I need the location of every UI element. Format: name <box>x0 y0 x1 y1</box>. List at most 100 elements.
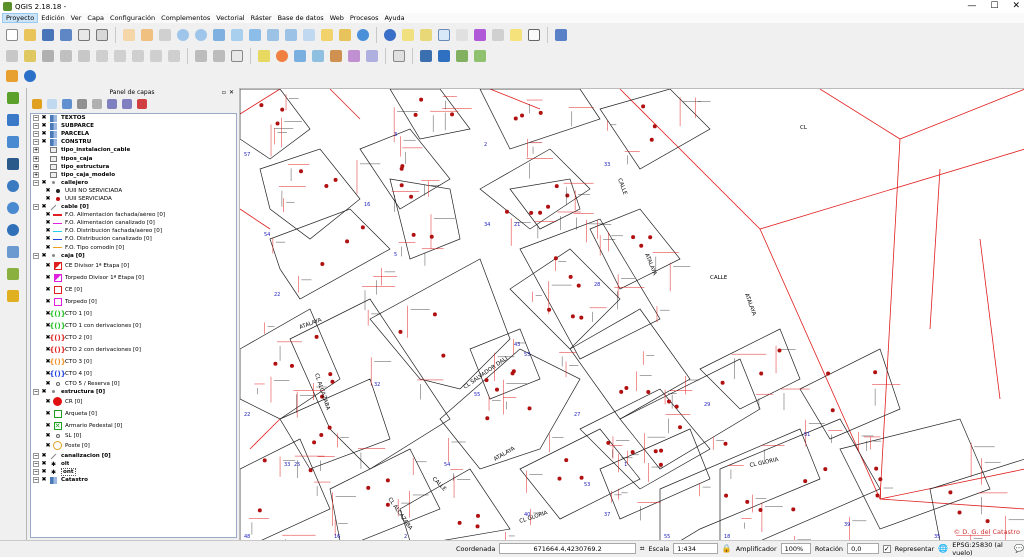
delete-selected-icon[interactable] <box>112 48 128 64</box>
menu-ver[interactable]: Ver <box>68 13 85 23</box>
layer-visibility-checkbox[interactable]: ✖ <box>41 453 47 459</box>
collapse-all-icon[interactable] <box>122 99 132 109</box>
layer-visibility-checkbox[interactable]: ✖ <box>45 244 51 251</box>
layer-visibility-checkbox[interactable]: ✖ <box>45 432 51 439</box>
layer-armario-pedestal-0[interactable]: ✖ ✕ Armario Pedestal [0] <box>31 420 236 432</box>
expand-toggle-icon[interactable]: − <box>33 179 39 186</box>
layer-f-o-tipo-comod-n-0[interactable]: ✖ F.O. Tipo comodín [0] <box>31 244 236 252</box>
layer-visibility-checkbox[interactable]: ✖ <box>45 410 51 417</box>
layer-torpedo-divisor-1-etapa-0[interactable]: ✖ Torpedo Divisor 1ª Etapa [0] <box>31 272 236 284</box>
cut-features-icon[interactable] <box>130 48 146 64</box>
layer-cr-0[interactable]: ✖ CR [0] <box>31 396 236 408</box>
change-label-icon[interactable] <box>364 48 380 64</box>
layer-visibility-checkbox[interactable] <box>41 156 47 162</box>
expand-toggle-icon[interactable]: + <box>33 155 39 162</box>
expand-toggle-icon[interactable]: − <box>33 461 39 468</box>
layer-parcela[interactable]: − ✖ PARCELA <box>31 130 236 138</box>
expand-toggle-icon[interactable]: − <box>33 453 39 460</box>
menu-configuracion[interactable]: Configuración <box>107 13 158 23</box>
zoom-in-icon[interactable] <box>175 27 191 43</box>
open-field-calculator-icon[interactable] <box>454 27 470 43</box>
highlight-pinned-icon[interactable] <box>310 48 326 64</box>
menu-raster[interactable]: Ráster <box>248 13 275 23</box>
layer-catastro[interactable]: − ✖ Catastro <box>31 476 236 484</box>
layer-visibility-checkbox[interactable]: ✖ <box>41 388 47 395</box>
layer-visibility-checkbox[interactable]: ✖ <box>41 131 47 137</box>
add-group-icon[interactable] <box>47 99 57 109</box>
panel-close-icon[interactable]: ✕ <box>229 88 234 97</box>
statistical-summary-icon[interactable] <box>472 27 488 43</box>
expand-toggle-icon[interactable]: − <box>33 252 39 259</box>
layer-visibility-checkbox[interactable]: ✖ <box>41 179 47 186</box>
layer-cto-4-0[interactable]: ✖{()} CTO 4 [0] <box>31 368 236 380</box>
map-render[interactable]: 5754162252532343254432740222283321535312… <box>240 89 1024 540</box>
layer-f-o-distribuci-n-fachada-a-reo-0[interactable]: ✖ F.O. Distribución fachada/aéreo [0] <box>31 227 236 235</box>
zoom-out-icon[interactable] <box>193 27 209 43</box>
lock-scale-icon[interactable]: 🔒 <box>722 544 732 553</box>
save-layer-edits-icon[interactable] <box>40 48 56 64</box>
layer-olt[interactable]: − ✖ ✱ olt <box>31 460 236 468</box>
xy-tool-icon[interactable] <box>229 48 245 64</box>
redo-icon[interactable] <box>211 48 227 64</box>
layer-visibility-checkbox[interactable]: ✖ <box>45 380 51 387</box>
zoom-next-icon[interactable] <box>283 27 299 43</box>
undo-icon[interactable] <box>193 48 209 64</box>
vertex-tool-icon[interactable] <box>454 48 470 64</box>
expand-toggle-icon[interactable]: − <box>33 469 39 476</box>
layer-visibility-checkbox[interactable]: ✖ <box>41 461 47 467</box>
zoom-last-icon[interactable] <box>265 27 281 43</box>
zoom-to-layer-icon[interactable] <box>247 27 263 43</box>
layer-ce-0[interactable]: ✖ CE [0] <box>31 284 236 296</box>
move-label-icon[interactable] <box>328 48 344 64</box>
map-canvas[interactable]: 57 54 16 22 5 25 32 34 3 2 54 43 27 40 2 22 28 33 21 53 53 1 2… <box>239 88 1024 540</box>
add-postgis-icon[interactable] <box>4 156 22 172</box>
layer-visibility-checkbox[interactable]: ✖ <box>45 228 51 234</box>
plugin-extra-icon[interactable] <box>472 48 488 64</box>
layer-caja-0[interactable]: − ✖ caja [0] <box>31 252 236 260</box>
menu-base-de-datos[interactable]: Base de datos <box>275 13 327 23</box>
add-raster-layer-icon[interactable] <box>4 112 22 128</box>
layer-canalizacion-0[interactable]: − ✖ canalizacion [0] <box>31 452 236 460</box>
menu-vectorial[interactable]: Vectorial <box>213 13 247 23</box>
expand-toggle-icon[interactable]: − <box>33 204 39 211</box>
filter-legend-icon[interactable] <box>77 99 87 109</box>
layer-ont[interactable]: − ✖ ✱ ont <box>31 468 236 477</box>
layer-visibility-checkbox[interactable]: ✖ <box>45 298 51 305</box>
expand-toggle-icon[interactable]: − <box>33 123 39 130</box>
expand-toggle-icon[interactable]: + <box>33 171 39 178</box>
layer-visibility-checkbox[interactable]: ✖ <box>41 139 47 145</box>
layer-visibility-checkbox[interactable]: ✖ <box>41 477 47 483</box>
layer-cto-1-0[interactable]: ✖{()} CTO 1 [0] <box>31 308 236 320</box>
layer-visibility-checkbox[interactable]: ✖ <box>45 187 51 194</box>
add-spatialite-icon[interactable] <box>4 134 22 150</box>
add-vector-layer-icon[interactable] <box>4 90 22 106</box>
layer-uuii-serviciada[interactable]: ✖ UUII SERVICIADA <box>31 195 236 203</box>
manage-map-themes-icon[interactable] <box>62 99 72 109</box>
coordinate-toggle-icon[interactable]: ⌗ <box>640 544 645 554</box>
open-attribute-table-icon[interactable] <box>436 27 452 43</box>
layer-torpedo-0[interactable]: ✖ Torpedo [0] <box>31 296 236 308</box>
scale-combo[interactable]: 1:434 <box>673 543 718 554</box>
deselect-all-icon[interactable] <box>418 27 434 43</box>
layer-visibility-checkbox[interactable]: ✖ <box>41 469 47 475</box>
move-feature-icon[interactable] <box>76 48 92 64</box>
layer-cto-2-con-derivaciones-0[interactable]: ✖{()} CTO 2 con derivaciones [0] <box>31 344 236 356</box>
maximize-button[interactable]: ☐ <box>990 0 998 13</box>
expand-toggle-icon[interactable]: − <box>33 388 39 395</box>
menu-edicion[interactable]: Edición <box>38 13 68 23</box>
remove-layer-icon[interactable] <box>137 99 147 109</box>
globe-plugin-icon[interactable] <box>22 68 38 84</box>
layer-visibility-checkbox[interactable]: ✖ <box>45 274 51 281</box>
layer-f-o-distribuci-n-canalizado-0[interactable]: ✖ F.O. Distribución canalizado [0] <box>31 235 236 243</box>
layer-visibility-checkbox[interactable]: ✖ <box>45 262 51 269</box>
expand-toggle-icon[interactable]: − <box>33 139 39 146</box>
layer-cto-2-0[interactable]: ✖{()} CTO 2 [0] <box>31 332 236 344</box>
layer-tipo-caja-modelo[interactable]: + tipo_caja_modelo <box>31 171 236 179</box>
show-bookmarks-icon[interactable] <box>337 27 353 43</box>
layer-visibility-checkbox[interactable]: ✖ <box>45 422 51 429</box>
add-feature-icon[interactable] <box>58 48 74 64</box>
rotation-spinbox[interactable]: 0,0 <box>847 543 879 554</box>
layer-f-o-alimentaci-n-fachada-a-reo-0[interactable]: ✖ F.O. Alimentación fachada/aéreo [0] <box>31 211 236 219</box>
layer-cto-5-reserva-0[interactable]: ✖ CTO 5 / Reserva [0] <box>31 380 236 388</box>
coordinate-field[interactable]: 671664.4,4230769.2 <box>499 543 636 554</box>
